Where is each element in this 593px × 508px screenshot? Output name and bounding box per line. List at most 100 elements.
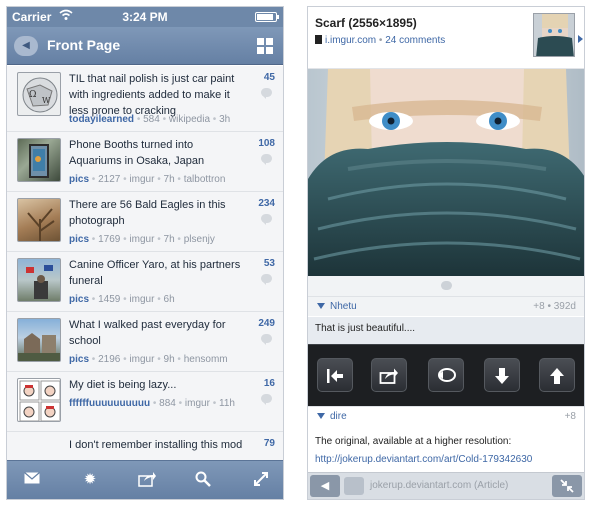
comment-score: +8: [564, 411, 576, 422]
post-age: 3h: [219, 114, 231, 125]
post-domain: imgur: [129, 354, 155, 365]
comment-author[interactable]: Nhetu: [330, 301, 357, 312]
collapse-triangle-icon[interactable]: [317, 413, 325, 419]
reply-icon[interactable]: [428, 358, 464, 392]
post-title[interactable]: I don't remember installing this mod: [69, 437, 247, 453]
post-meta: pics • 2196 • imgur • 9h • hensomm: [69, 354, 228, 365]
post-row[interactable]: There are 56 Bald Eagles in this photogr…: [7, 192, 283, 252]
comment-count[interactable]: 108: [258, 138, 275, 149]
collapse-icon[interactable]: [552, 475, 582, 497]
comment-link[interactable]: http://jokerup.deviantart.com/art/Cold-1…: [315, 451, 577, 469]
post-row[interactable]: My diet is being lazy... ffffffuuuuuuuuu…: [7, 372, 283, 432]
subreddit-link[interactable]: todayilearned: [69, 114, 134, 125]
first-comment-icon[interactable]: [317, 358, 353, 392]
link-bar: ◀ jokerup.deviantart.com (Article): [308, 472, 584, 499]
post-domain[interactable]: i.imgur.com: [325, 35, 376, 46]
search-icon[interactable]: [194, 471, 212, 489]
eagles-tree-thumbnail[interactable]: [17, 198, 61, 242]
post-score: 584: [143, 114, 160, 125]
comment-text: The original, available at a higher reso…: [315, 436, 512, 447]
back-button[interactable]: ◀: [14, 36, 38, 56]
front-page-screen: Carrier 3:24 PM ◀ Front Page ΩW TIL that…: [6, 6, 284, 500]
link-thumbnail: [344, 477, 364, 495]
post-domain: imgur: [129, 234, 155, 245]
post-domain: imgur: [129, 174, 155, 185]
comment-count[interactable]: 249: [258, 318, 275, 329]
comments-link[interactable]: 24 comments: [385, 35, 445, 46]
comment-count[interactable]: 45: [264, 72, 275, 83]
funeral-flags-thumbnail[interactable]: [17, 258, 61, 302]
comment-bubble-icon[interactable]: [261, 154, 272, 165]
grid-view-icon[interactable]: [257, 38, 273, 54]
link-source[interactable]: jokerup.deviantart.com (Article): [370, 480, 508, 491]
post-title[interactable]: My diet is being lazy...: [69, 377, 247, 393]
post-title[interactable]: There are 56 Bald Eagles in this photogr…: [69, 197, 247, 229]
post-title[interactable]: Canine Officer Yaro, at his partners fun…: [69, 257, 247, 289]
chevron-right-icon: [578, 35, 583, 43]
clock: 3:24 PM: [122, 10, 168, 24]
comment-body: The original, available at a higher reso…: [308, 427, 584, 475]
collapse-triangle-icon[interactable]: [317, 303, 325, 309]
post-title[interactable]: Phone Booths turned into Aquariums in Os…: [69, 137, 247, 169]
comment-author[interactable]: dire: [330, 411, 347, 422]
back-button[interactable]: ◀: [310, 475, 340, 497]
post-source: i.imgur.com • 24 comments: [315, 35, 445, 46]
wikipedia-globe-thumbnail[interactable]: ΩW: [17, 72, 61, 116]
post-meta: pics • 1459 • imgur • 6h: [69, 294, 175, 305]
post-domain: wikipedia: [168, 114, 211, 125]
post-row[interactable]: Phone Booths turned into Aquariums in Os…: [7, 132, 283, 192]
comment-bubble-icon[interactable]: [261, 274, 272, 285]
page-title: Front Page: [47, 37, 121, 53]
aquarium-booth-thumbnail[interactable]: [17, 138, 61, 182]
subreddit-link[interactable]: ffffffuuuuuuuuuu: [69, 398, 150, 409]
subreddit-link[interactable]: pics: [69, 354, 89, 365]
imgur-favicon-icon: [315, 35, 322, 44]
post-score: 2196: [98, 354, 121, 365]
comment-bubble-icon[interactable]: [261, 88, 272, 99]
post-score: 1769: [98, 234, 121, 245]
post-title[interactable]: TIL that nail polish is just car paint w…: [69, 71, 247, 119]
comment-count[interactable]: 16: [264, 378, 275, 389]
post-detail-screen: Scarf (2556×1895) i.imgur.com • 24 comme…: [307, 6, 585, 500]
comment-header[interactable]: Nhetu +8 • 392d: [308, 296, 584, 316]
post-row[interactable]: Canine Officer Yaro, at his partners fun…: [7, 252, 283, 312]
post-score: 884: [159, 398, 176, 409]
subreddit-link[interactable]: pics: [69, 174, 89, 185]
comment-bubble-icon: [441, 281, 452, 290]
subreddit-link[interactable]: pics: [69, 294, 89, 305]
share-icon[interactable]: [138, 471, 156, 489]
post-author[interactable]: talbottron: [184, 174, 226, 185]
post-score: 2127: [98, 174, 121, 185]
post-row[interactable]: ΩW TIL that nail polish is just car pain…: [7, 66, 283, 132]
comment-header[interactable]: dire +8: [308, 406, 584, 426]
comment-count[interactable]: 53: [264, 258, 275, 269]
subreddit-link[interactable]: pics: [69, 234, 89, 245]
comment-bubble-icon[interactable]: [261, 214, 272, 225]
post-image[interactable]: [308, 69, 584, 276]
comments-divider: [308, 276, 584, 296]
post-thumbnail[interactable]: [533, 13, 575, 57]
post-title[interactable]: What I walked past everyday for school: [69, 317, 247, 349]
post-list[interactable]: ΩW TIL that nail polish is just car pain…: [7, 66, 283, 462]
post-meta: todayilearned • 584 • wikipedia • 3h: [69, 114, 231, 125]
mail-icon[interactable]: [23, 471, 41, 489]
share-icon[interactable]: [371, 358, 407, 392]
svg-text:Ω: Ω: [29, 90, 36, 100]
post-score: 1459: [98, 294, 121, 305]
expand-icon[interactable]: [252, 471, 270, 489]
comment-count[interactable]: 234: [258, 198, 275, 209]
post-meta: pics • 1769 • imgur • 7h • plsenjy: [69, 234, 215, 245]
post-author[interactable]: plsenjy: [184, 234, 215, 245]
rage-comic-thumbnail[interactable]: [17, 378, 61, 422]
old-building-thumbnail[interactable]: [17, 318, 61, 362]
post-row[interactable]: What I walked past everyday for school p…: [7, 312, 283, 372]
gear-icon[interactable]: ✹: [81, 471, 99, 489]
next-comment-icon[interactable]: [484, 358, 520, 392]
post-author[interactable]: hensomm: [184, 354, 228, 365]
comment-bubble-icon[interactable]: [261, 394, 272, 405]
comment-bubble-icon[interactable]: [261, 334, 272, 345]
comment-count[interactable]: 79: [264, 438, 275, 449]
previous-comment-icon[interactable]: [539, 358, 575, 392]
post-row[interactable]: I don't remember installing this mod 79: [7, 432, 283, 462]
bottom-toolbar: ✹: [7, 460, 283, 499]
